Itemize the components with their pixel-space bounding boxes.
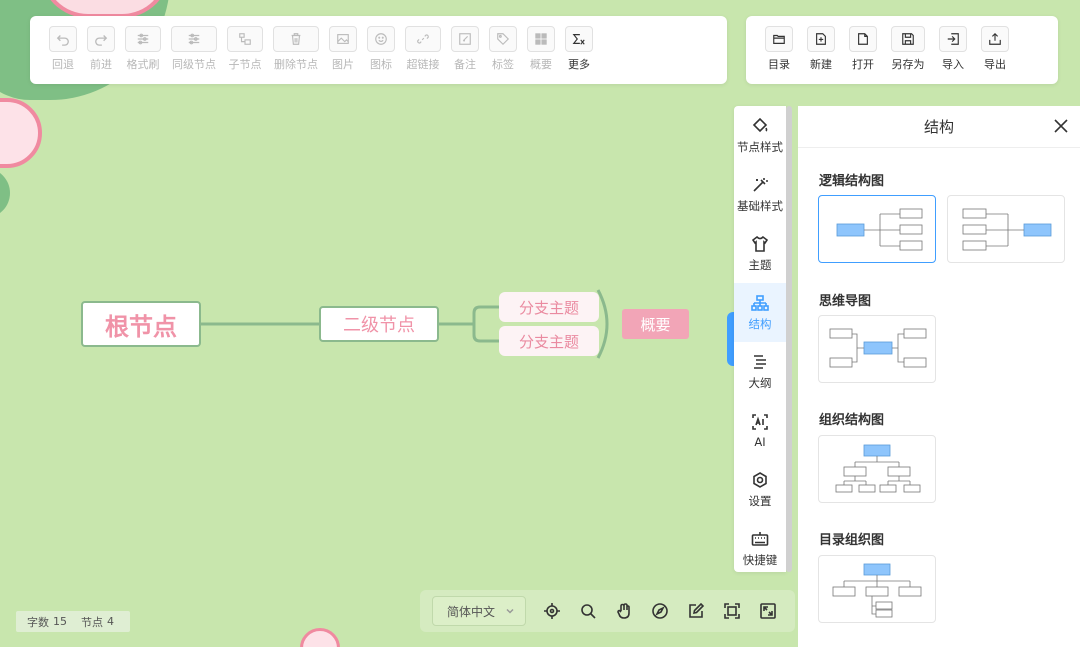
drag-mode-button[interactable] bbox=[614, 601, 633, 621]
side-item-structure[interactable]: 结构 bbox=[734, 283, 786, 342]
fit-screen-button[interactable] bbox=[723, 601, 742, 621]
side-item-label: 基础样式 bbox=[737, 198, 783, 213]
side-item-label: 大纲 bbox=[748, 375, 772, 390]
root-node-text: 根节点 bbox=[105, 312, 177, 341]
side-nav: 节点样式 基础样式 主题 结构 大纲 AI 设置 快捷键 bbox=[734, 106, 786, 572]
group-title-catalog: 目录组织图 bbox=[819, 533, 885, 548]
shirt-icon bbox=[751, 235, 769, 252]
keyboard-icon bbox=[751, 531, 769, 546]
locate-icon bbox=[543, 603, 560, 619]
side-item-node-style[interactable]: 节点样式 bbox=[734, 106, 786, 165]
search-button[interactable] bbox=[578, 601, 597, 621]
branch-node[interactable]: 分支主题 bbox=[499, 326, 599, 356]
logical-right-preview bbox=[836, 208, 923, 251]
search-icon bbox=[580, 604, 596, 619]
layout-org-chart[interactable] bbox=[818, 435, 936, 503]
mindmap-preview bbox=[829, 328, 927, 368]
group-title-logical: 逻辑结构图 bbox=[819, 174, 885, 189]
branch-connector bbox=[439, 305, 499, 343]
mouse-icon bbox=[617, 603, 630, 619]
second-level-node-text: 二级节点 bbox=[343, 315, 415, 336]
side-item-label: 快捷键 bbox=[742, 552, 778, 567]
side-item-shortcuts[interactable]: 快捷键 bbox=[734, 519, 786, 578]
second-level-node[interactable]: 二级节点 bbox=[319, 306, 439, 342]
branch-node-text: 分支主题 bbox=[518, 332, 579, 351]
outline-icon bbox=[754, 354, 766, 369]
fullscreen-button[interactable] bbox=[759, 601, 778, 621]
side-item-label: 结构 bbox=[748, 316, 772, 331]
chevron-down-icon bbox=[506, 608, 514, 614]
summary-node-text: 概要 bbox=[640, 315, 671, 334]
layout-logical-right[interactable] bbox=[818, 195, 936, 263]
side-item-label: AI bbox=[754, 434, 766, 449]
edit-icon bbox=[689, 602, 705, 618]
panel-title: 结构 bbox=[923, 118, 954, 136]
catalog-org-preview bbox=[832, 563, 922, 618]
node-count-label: 节点 bbox=[81, 615, 103, 629]
side-item-label: 节点样式 bbox=[737, 139, 783, 154]
language-value: 简体中文 bbox=[447, 604, 496, 619]
layout-logical-left[interactable] bbox=[947, 195, 1065, 263]
side-item-outline[interactable]: 大纲 bbox=[734, 342, 786, 401]
word-count-label: 字数 bbox=[27, 615, 49, 629]
side-item-label: 主题 bbox=[748, 257, 772, 272]
logical-left-preview bbox=[962, 208, 1052, 251]
layout-mindmap[interactable] bbox=[818, 315, 936, 383]
group-title-org: 组织结构图 bbox=[819, 413, 885, 428]
compass-icon bbox=[652, 603, 668, 619]
group-title-mindmap: 思维导图 bbox=[819, 294, 872, 309]
branch-node-text: 分支主题 bbox=[518, 298, 579, 317]
ai-icon bbox=[752, 413, 768, 430]
summary-bracket bbox=[596, 289, 609, 359]
fit-screen-icon bbox=[724, 603, 741, 619]
side-item-theme[interactable]: 主题 bbox=[734, 224, 786, 283]
count-badge: 字数 15 节点 4 bbox=[16, 611, 130, 632]
close-icon bbox=[1054, 119, 1068, 133]
side-item-label: 设置 bbox=[748, 493, 772, 508]
structure-icon bbox=[751, 294, 769, 311]
side-item-settings[interactable]: 设置 bbox=[734, 460, 786, 519]
language-select[interactable]: 简体中文 bbox=[432, 596, 526, 626]
navigator-button[interactable] bbox=[650, 601, 669, 621]
word-count-value: 15 bbox=[53, 615, 67, 628]
branch-node[interactable]: 分支主题 bbox=[499, 292, 599, 322]
node-count-value: 4 bbox=[107, 615, 114, 628]
side-item-base-style[interactable]: 基础样式 bbox=[734, 165, 786, 224]
side-item-ai[interactable]: AI bbox=[734, 401, 786, 460]
close-button[interactable] bbox=[1052, 117, 1070, 135]
settings-icon bbox=[753, 471, 767, 488]
structure-panel: 结构 逻辑结构图 思维导图 组织结构图 目录组织图 bbox=[798, 106, 1080, 647]
layout-catalog-org[interactable] bbox=[818, 555, 936, 623]
org-chart-preview bbox=[835, 444, 921, 493]
panel-header: 结构 bbox=[798, 106, 1080, 148]
summary-node[interactable]: 概要 bbox=[622, 309, 689, 339]
root-node[interactable]: 根节点 bbox=[81, 301, 201, 347]
locate-button[interactable] bbox=[542, 601, 561, 621]
magic-wand-icon bbox=[753, 177, 768, 192]
paint-bucket-icon bbox=[752, 117, 768, 132]
edit-button[interactable] bbox=[687, 601, 706, 621]
view-controls: 简体中文 bbox=[420, 590, 795, 632]
side-nav-scrollbar[interactable] bbox=[786, 106, 792, 572]
fullscreen-icon bbox=[760, 603, 777, 619]
